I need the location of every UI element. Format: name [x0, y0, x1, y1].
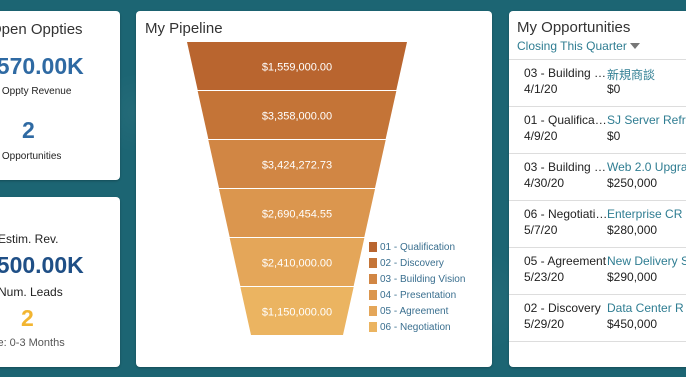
opportunity-amount: $0: [607, 82, 621, 96]
opportunity-stage: 06 - Negotiation: [524, 207, 608, 221]
top-oppty-revenue-value[interactable]: $570.00K: [0, 53, 84, 80]
opportunity-amount: $280,000: [607, 223, 658, 237]
legend-swatch: [369, 306, 377, 316]
estim-rev-label: Estim. Rev.: [0, 232, 59, 246]
opportunity-row[interactable]: 03 - Building Vision 4/30/20 Web 2.0 Upgra…: [509, 154, 686, 201]
opportunity-name-link[interactable]: Data Center R: [607, 301, 684, 315]
opportunity-stage: 03 - Building Vision: [524, 160, 608, 174]
opportunity-close-date: 4/30/20: [524, 176, 565, 190]
opportunity-row[interactable]: 06 - Negotiation 5/7/20 Enterprise CR $280,…: [509, 201, 686, 248]
opportunity-close-date: 5/29/20: [524, 317, 565, 331]
opportunity-name-link[interactable]: New Delivery S: [607, 254, 686, 268]
opportunity-row[interactable]: 03 - Building Vision 4/1/20 新規商談$0: [509, 60, 686, 107]
opportunity-list: 03 - Building Vision4/1/20新規商談$001 - Qua…: [509, 59, 686, 342]
opportunity-name-link[interactable]: Web 2.0 Upgra: [607, 160, 686, 174]
chevron-down-icon[interactable]: [629, 43, 640, 49]
legend-label: 03 - Building Vision: [380, 273, 466, 285]
legend-label: 01 - Qualification: [380, 241, 456, 253]
legend-item[interactable]: 04 - Presentation: [369, 287, 465, 303]
opportunity-row[interactable]: 05 - Agreement 5/23/20 New Delivery S $290,…: [509, 248, 686, 295]
pipeline-card: My Pipeline $1,559,000.00 $3,358,000.00 $3…: [136, 11, 492, 367]
opportunity-stage: 02 - Discovery: [524, 301, 601, 315]
legend-label: 02 - Discovery: [380, 257, 444, 269]
funnel-stage-value: $1,559,000.00: [262, 62, 332, 74]
opportunity-stage: 05 - Agreement: [524, 254, 607, 268]
top-opportunities-label: Top Opportunities: [0, 151, 62, 162]
funnel-stage-value: $2,410,000.00: [262, 258, 332, 270]
opportunity-amount: $250,000: [607, 176, 658, 190]
opportunity-row[interactable]: 01 - Qualification 4/9/20 SJ Server Refr $0: [509, 107, 686, 154]
legend-label: 04 - Presentation: [380, 289, 457, 301]
funnel-stage-value: $3,358,000.00: [262, 111, 332, 123]
opportunity-close-date: 4/9/20: [524, 129, 558, 143]
opportunity-close-date: 5/23/20: [524, 270, 565, 284]
my-opportunities-title: My Opportunities: [517, 19, 631, 36]
legend-item[interactable]: 06 - Negotiation: [369, 319, 465, 335]
top-oppty-revenue-label: Top Oppty Revenue: [0, 86, 72, 97]
opportunity-name-link[interactable]: Enterprise CR: [607, 207, 682, 221]
funnel-stage-value: $1,150,000.00: [262, 307, 332, 319]
opportunity-stage: 03 - Building Vision: [524, 66, 608, 80]
opportunity-row[interactable]: 02 - Discovery 5/29/20 Data Center R $450,0…: [509, 295, 686, 342]
legend-item[interactable]: 05 - Agreement: [369, 303, 465, 319]
legend-swatch: [369, 322, 377, 332]
open-oppties-card: Open Oppties $570.00K Top Oppty Revenue …: [0, 11, 120, 180]
funnel-stage-value: $2,690,454.55: [262, 209, 332, 221]
opportunity-stage: 01 - Qualification: [524, 113, 608, 127]
closing-quarter-filter[interactable]: Closing This Quarter: [517, 39, 640, 53]
legend-item[interactable]: 03 - Building Vision: [369, 271, 465, 287]
age-label: Age: 0-3 Months: [0, 337, 65, 349]
legend-swatch: [369, 290, 377, 300]
estim-rev-value[interactable]: $500.00K: [0, 252, 84, 279]
opportunity-close-date: 4/1/20: [524, 82, 558, 96]
opportunity-close-date: 5/7/20: [524, 223, 558, 237]
num-leads-value[interactable]: 2: [21, 305, 34, 332]
leads-card: Estim. Rev. $500.00K Num. Leads 2 Age: 0…: [0, 197, 120, 367]
opportunity-name-link[interactable]: 新規商談: [607, 66, 655, 83]
pipeline-legend: 01 - Qualification 02 - Discovery 03 - Bui…: [369, 239, 465, 335]
legend-swatch: [369, 258, 377, 268]
filter-label[interactable]: Closing This Quarter: [517, 39, 627, 53]
legend-swatch: [369, 274, 377, 284]
open-oppties-title: Open Oppties: [0, 21, 83, 38]
legend-item[interactable]: 02 - Discovery: [369, 255, 465, 271]
funnel-stage-value: $3,424,272.73: [262, 160, 332, 172]
legend-swatch: [369, 242, 377, 252]
opportunity-amount: $0: [607, 129, 621, 143]
my-opportunities-card: My Opportunities Closing This Quarter 03…: [509, 11, 686, 367]
num-leads-label: Num. Leads: [0, 285, 63, 299]
opportunity-name-link[interactable]: SJ Server Refr: [607, 113, 686, 127]
legend-label: 05 - Agreement: [380, 305, 449, 317]
legend-label: 06 - Negotiation: [380, 321, 451, 333]
legend-item[interactable]: 01 - Qualification: [369, 239, 465, 255]
opportunity-amount: $290,000: [607, 270, 658, 284]
opportunity-amount: $450,000: [607, 317, 658, 331]
top-opportunities-count[interactable]: 2: [22, 117, 35, 144]
